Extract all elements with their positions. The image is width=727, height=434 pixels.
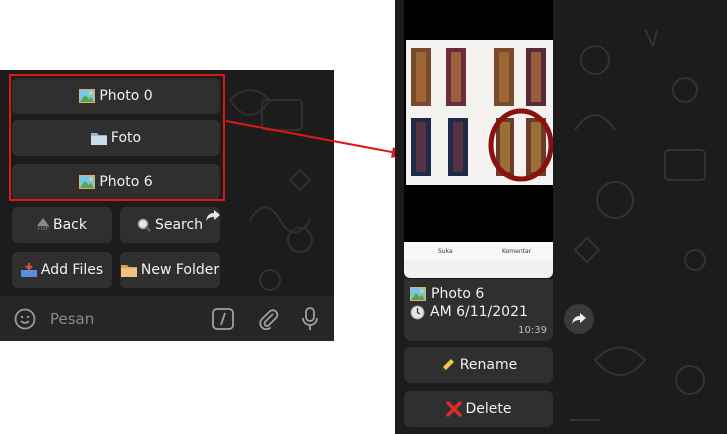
- caption-date: AM 6/11/2021: [430, 304, 528, 320]
- rename-label: Rename: [459, 357, 518, 373]
- pencil-icon: [440, 357, 456, 373]
- share-arrow-icon: [572, 313, 586, 325]
- comment-label: Komentar: [502, 248, 532, 255]
- right-chat-panel: Suka Komentar Photo 6 AM 6/11/2021 10:39…: [395, 0, 727, 434]
- photo-action-bar: Suka Komentar: [404, 242, 553, 260]
- caption-title: Photo 6: [431, 286, 485, 302]
- photo-caption-bubble: Photo 6 AM 6/11/2021 10:39: [404, 279, 553, 341]
- photo-content: [406, 40, 553, 185]
- forward-button[interactable]: [564, 304, 594, 334]
- delete-button[interactable]: Delete: [404, 391, 553, 427]
- message-time: 10:39: [518, 325, 547, 336]
- cross-mark-icon: [445, 401, 462, 417]
- picture-icon: [410, 287, 426, 301]
- like-label: Suka: [438, 248, 453, 255]
- rename-button[interactable]: Rename: [404, 347, 553, 383]
- product-photo: [411, 48, 553, 182]
- clock-icon: [410, 305, 425, 320]
- android-navbar: [404, 260, 553, 278]
- photo-message[interactable]: Suka Komentar: [404, 0, 553, 278]
- delete-label: Delete: [465, 401, 512, 417]
